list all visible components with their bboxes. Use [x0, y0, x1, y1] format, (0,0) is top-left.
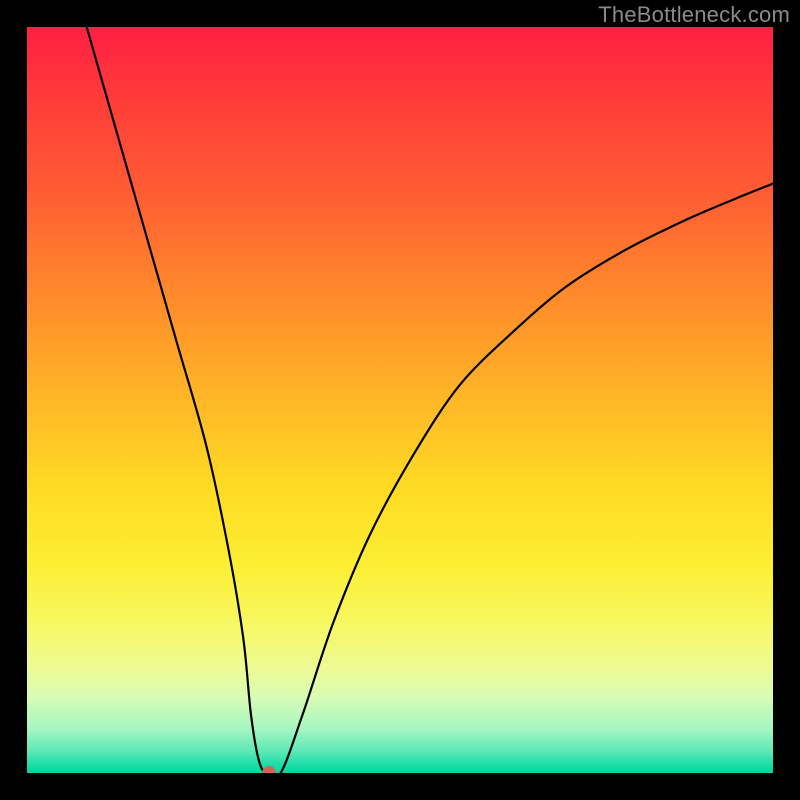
chart-frame: TheBottleneck.com	[0, 0, 800, 800]
watermark-text: TheBottleneck.com	[598, 2, 790, 28]
plot-area	[27, 27, 773, 773]
bottleneck-curve	[27, 27, 773, 773]
curve-minimum-marker	[262, 766, 276, 773]
